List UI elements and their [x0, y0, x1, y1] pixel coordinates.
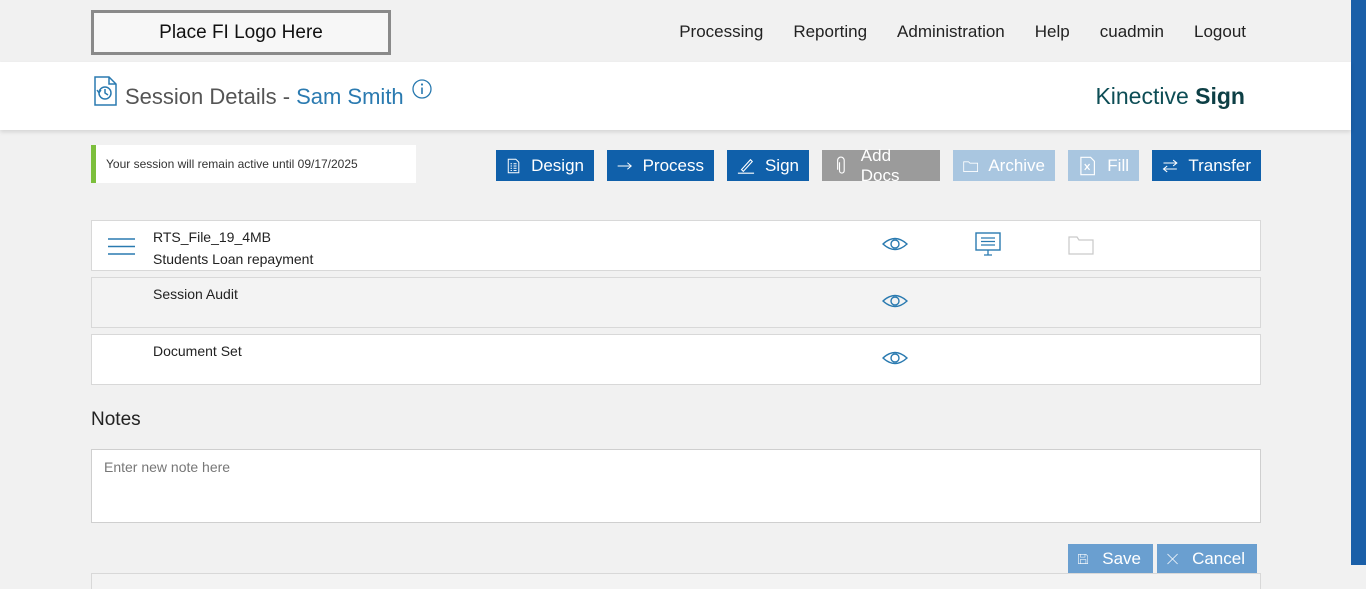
fi-logo-placeholder: Place FI Logo Here	[91, 10, 391, 55]
folder-icon	[963, 160, 979, 172]
cancel-button[interactable]: Cancel	[1157, 544, 1257, 574]
brand-bold: Sign	[1195, 83, 1245, 109]
document-title: Session Audit	[153, 286, 238, 302]
transfer-arrows-icon	[1162, 159, 1178, 172]
add-docs-button[interactable]: Add Docs	[822, 146, 940, 185]
hamburger-menu-icon[interactable]	[108, 238, 135, 255]
new-note-input[interactable]	[91, 449, 1261, 523]
notes-heading: Notes	[91, 409, 141, 430]
document-row: Session Audit	[91, 277, 1261, 328]
process-label: Process	[642, 155, 704, 175]
nav-help[interactable]: Help	[1035, 22, 1070, 42]
archive-button[interactable]: Archive	[953, 150, 1055, 181]
paperclip-icon	[837, 156, 845, 174]
view-eye-icon[interactable]	[882, 350, 908, 366]
document-title: RTS_File_19_4MB	[153, 229, 272, 245]
session-status-banner: Your session will remain active until 09…	[91, 145, 416, 183]
sign-label: Sign	[764, 155, 799, 175]
cancel-label: Cancel	[1192, 549, 1245, 568]
session-user-name[interactable]: Sam Smith	[296, 84, 404, 109]
sign-button[interactable]: Sign	[727, 150, 809, 181]
document-row: RTS_File_19_4MB Students Loan repayment	[91, 220, 1261, 271]
fill-label: Fill	[1107, 155, 1129, 175]
page-title: Session Details - Sam Smith	[125, 84, 404, 110]
nav-logout[interactable]: Logout	[1194, 22, 1246, 42]
save-label: Save	[1102, 549, 1141, 568]
session-history-icon	[94, 76, 117, 106]
brand-logo: Kinective Sign	[1095, 83, 1245, 110]
presentation-monitor-icon[interactable]	[975, 232, 1001, 257]
nav-reporting[interactable]: Reporting	[793, 22, 867, 42]
logo-text: Place FI Logo Here	[159, 21, 323, 43]
save-button[interactable]: Save	[1068, 544, 1153, 574]
archive-label: Archive	[988, 155, 1045, 175]
scrollbar[interactable]	[1351, 0, 1366, 565]
design-list-icon	[507, 158, 520, 173]
page-title-label: Session Details -	[125, 84, 291, 109]
view-eye-icon[interactable]	[882, 236, 908, 252]
fill-button[interactable]: Fill	[1068, 150, 1139, 181]
notes-history-panel	[91, 573, 1261, 589]
document-subtitle: Students Loan repayment	[153, 251, 314, 267]
nav-processing[interactable]: Processing	[679, 22, 763, 42]
add-docs-label: Add Docs	[860, 145, 900, 185]
folder-icon	[1068, 236, 1094, 255]
info-icon[interactable]	[412, 79, 432, 99]
top-bar: Place FI Logo Here Processing Reporting …	[0, 0, 1351, 62]
session-status-text: Your session will remain active until 09…	[106, 157, 358, 171]
page-header: Session Details - Sam Smith Kinective Sig…	[0, 62, 1351, 130]
view-eye-icon[interactable]	[882, 293, 908, 309]
arrow-right-icon	[617, 161, 632, 170]
transfer-label: Transfer	[1188, 155, 1251, 175]
process-button[interactable]: Process	[607, 150, 714, 181]
save-disk-icon	[1078, 554, 1089, 564]
nav-administration[interactable]: Administration	[897, 22, 1005, 42]
nav-user[interactable]: cuadmin	[1100, 22, 1164, 42]
pen-sign-icon	[737, 158, 755, 174]
brand-light: Kinective	[1095, 83, 1189, 109]
document-title: Document Set	[153, 343, 242, 359]
document-row: Document Set	[91, 334, 1261, 385]
main-nav: Processing Reporting Administration Help…	[679, 22, 1246, 42]
close-icon	[1167, 553, 1178, 565]
design-button[interactable]: Design	[496, 150, 594, 181]
transfer-button[interactable]: Transfer	[1152, 150, 1261, 181]
design-label: Design	[531, 155, 584, 175]
form-fill-icon	[1080, 156, 1095, 175]
